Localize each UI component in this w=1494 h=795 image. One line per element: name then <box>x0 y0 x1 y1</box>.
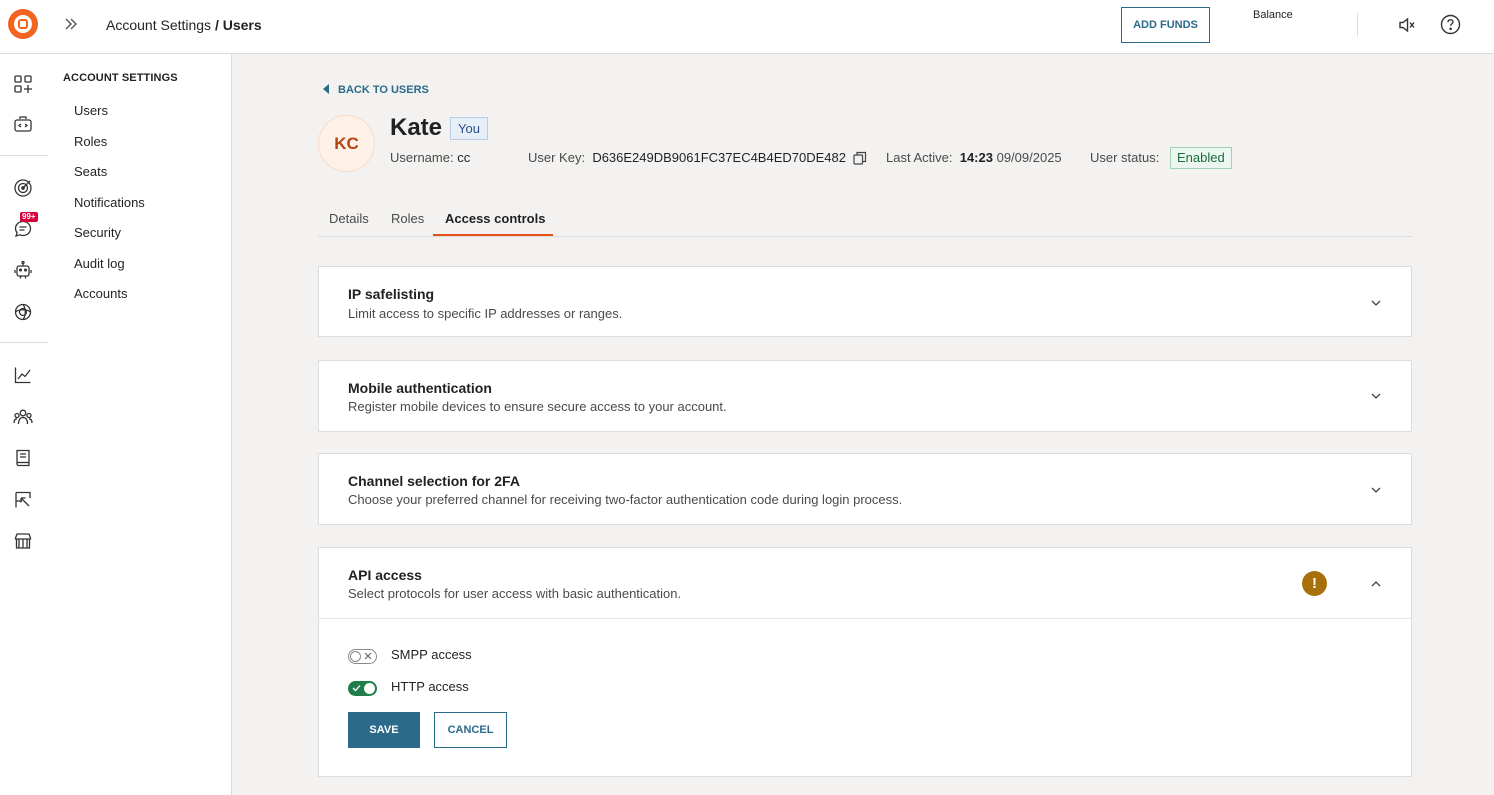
balance-label: Balance <box>1253 9 1293 21</box>
card-title: IP safelisting <box>348 286 435 302</box>
tab-access-controls[interactable]: Access controls <box>445 211 545 226</box>
user-key-label: User Key: <box>528 150 586 165</box>
status-badge: Enabled <box>1170 147 1232 169</box>
notification-badge: 99+ <box>20 212 38 222</box>
last-active-field: Last Active: 14:23 09/09/2025 <box>886 150 1062 165</box>
mobile-authentication-card[interactable]: Mobile authentication Register mobile de… <box>318 360 1412 432</box>
user-status-label: User status: <box>1090 150 1160 165</box>
rail-divider <box>0 155 48 156</box>
sidebar-item-security[interactable]: Security <box>74 225 121 240</box>
rail-divider <box>0 342 48 343</box>
copy-icon[interactable] <box>853 151 867 165</box>
icon-rail: 99+ <box>0 54 48 795</box>
sidebar-item-roles[interactable]: Roles <box>74 134 107 149</box>
sidebar-item-audit-log[interactable]: Audit log <box>74 256 125 271</box>
http-access-toggle[interactable] <box>348 681 377 696</box>
channel-selection-2fa-card[interactable]: Channel selection for 2FA Choose your pr… <box>318 453 1412 525</box>
last-active-label: Last Active: <box>886 150 953 165</box>
target-icon[interactable] <box>13 178 33 198</box>
username-value: cc <box>457 150 471 165</box>
back-link-label: BACK TO USERS <box>338 84 429 96</box>
last-active-date: 09/09/2025 <box>996 150 1062 165</box>
card-title: API access <box>348 567 422 583</box>
you-badge: You <box>450 117 488 140</box>
settings-sidebar: ACCOUNT SETTINGS Users Roles Seats Notif… <box>48 54 232 795</box>
breadcrumb-separator: / <box>211 17 223 33</box>
apps-icon[interactable] <box>13 74 33 94</box>
smpp-access-toggle[interactable] <box>348 649 377 664</box>
sidebar-item-notifications[interactable]: Notifications <box>74 195 145 210</box>
profile-tabs: Details Roles Access controls <box>318 206 1412 237</box>
sidebar-item-users[interactable]: Users <box>74 103 108 118</box>
cancel-button[interactable]: CANCEL <box>434 712 507 748</box>
breadcrumb: Account Settings / Users <box>106 17 262 33</box>
x-icon <box>364 652 372 660</box>
tab-roles[interactable]: Roles <box>391 211 424 226</box>
tab-details[interactable]: Details <box>329 211 369 226</box>
card-description: Register mobile devices to ensure secure… <box>348 399 727 414</box>
check-icon <box>352 685 361 692</box>
user-key-field: User Key: D636E249DB9061FC37EC4B4ED70DE4… <box>528 150 846 165</box>
user-name: Kate <box>390 114 443 141</box>
bot-icon[interactable] <box>13 260 33 280</box>
chevron-up-icon[interactable] <box>1369 577 1383 591</box>
card-description: Select protocols for user access with ba… <box>348 586 682 601</box>
card-description: Limit access to specific IP addresses or… <box>348 306 623 321</box>
breadcrumb-parent[interactable]: Account Settings <box>106 17 211 33</box>
toggle-knob <box>350 650 361 662</box>
card-description: Choose your preferred channel for receiv… <box>348 492 903 507</box>
avatar: KC <box>318 115 375 172</box>
help-icon[interactable] <box>1440 14 1461 35</box>
chat-icon[interactable] <box>13 219 33 239</box>
chevron-down-icon[interactable] <box>1369 483 1383 497</box>
ai-icon[interactable] <box>13 302 33 322</box>
logo-icon[interactable] <box>8 9 38 39</box>
speaker-muted-icon[interactable] <box>1397 15 1417 35</box>
book-icon[interactable] <box>13 448 33 468</box>
chevron-down-icon[interactable] <box>1369 296 1383 310</box>
smpp-access-label: SMPP access <box>391 647 472 662</box>
warning-icon: ! <box>1302 571 1327 596</box>
http-access-label: HTTP access <box>391 679 469 694</box>
username-field: Username: cc <box>390 150 470 165</box>
top-bar: Account Settings / Users ADD FUNDS Balan… <box>0 0 1494 54</box>
campaign-icon[interactable] <box>13 490 33 510</box>
toggle-knob <box>364 682 375 694</box>
expand-sidebar-icon[interactable] <box>63 16 79 32</box>
card-title: Channel selection for 2FA <box>348 473 520 489</box>
chevron-down-icon[interactable] <box>1369 389 1383 403</box>
sidebar-item-accounts[interactable]: Accounts <box>74 286 127 301</box>
api-access-panel: SMPP access HTTP access SAVE CANCEL <box>318 618 1412 777</box>
sidebar-item-seats[interactable]: Seats <box>74 164 107 179</box>
ip-safelisting-card[interactable]: IP safelisting Limit access to specific … <box>318 266 1412 337</box>
api-access-card[interactable]: API access Select protocols for user acc… <box>318 547 1412 619</box>
save-button[interactable]: SAVE <box>348 712 420 748</box>
code-icon[interactable] <box>13 115 33 135</box>
active-tab-indicator <box>433 234 553 236</box>
analytics-icon[interactable] <box>13 365 33 385</box>
people-icon[interactable] <box>13 407 33 427</box>
breadcrumb-current: Users <box>222 17 262 33</box>
card-title: Mobile authentication <box>348 380 492 396</box>
user-key-value: D636E249DB9061FC37EC4B4ED70DE482 <box>592 150 846 165</box>
store-icon[interactable] <box>13 531 33 551</box>
username-label: Username: <box>390 150 454 165</box>
back-to-users-link[interactable]: BACK TO USERS <box>323 84 429 96</box>
sidebar-heading: ACCOUNT SETTINGS <box>63 72 178 84</box>
last-active-time: 14:23 <box>959 150 993 165</box>
back-arrow-icon <box>323 84 329 94</box>
divider <box>1357 13 1358 36</box>
add-funds-button[interactable]: ADD FUNDS <box>1121 7 1210 43</box>
